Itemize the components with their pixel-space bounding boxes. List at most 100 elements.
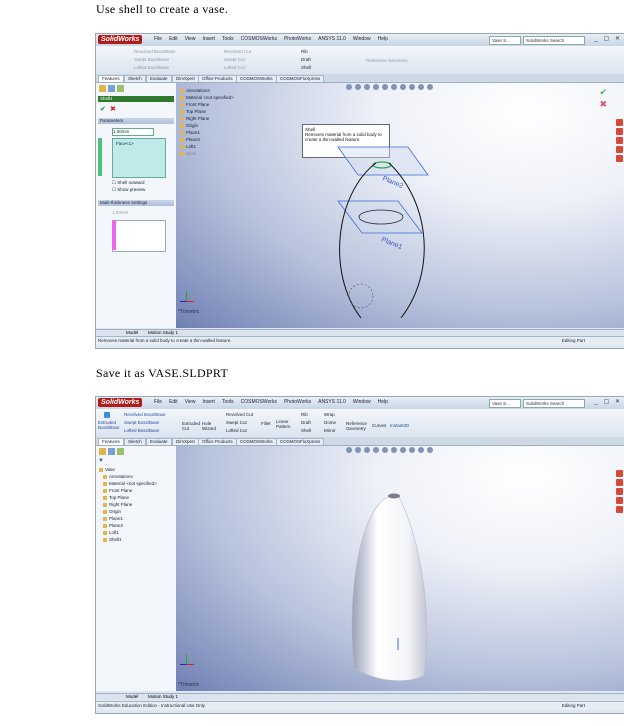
tab-dimxpert[interactable]: DimXpert [172, 438, 199, 445]
ok-icon[interactable]: ✔ [100, 105, 106, 113]
tree-item[interactable]: Material <not specified> [99, 480, 157, 487]
shell-outward-checkbox[interactable]: ☐ Shell outward [112, 180, 145, 186]
curves-button[interactable]: Curves [372, 423, 386, 428]
dome-button[interactable]: Dome [324, 420, 336, 425]
faces-to-remove-box[interactable]: Face<1> [112, 138, 166, 178]
manager-icons[interactable] [99, 448, 124, 455]
extruded-cut-button[interactable]: Extruded Cut [182, 421, 200, 431]
tree-item[interactable]: Annotations [99, 473, 157, 480]
parameters-header[interactable]: Parameters [98, 118, 174, 124]
tree-item[interactable]: Top Plane [99, 494, 157, 501]
graphics-area[interactable]: *Trimetric [176, 446, 624, 691]
menu-cosmosworks[interactable]: COSMOSWorks [241, 399, 277, 405]
tab-sketch[interactable]: Sketch [124, 75, 146, 82]
tree-item[interactable]: Loft1 [99, 529, 157, 536]
menu-window[interactable]: Window [353, 399, 371, 405]
fillet-button[interactable]: Fillet [261, 421, 271, 426]
task-pane-tabs[interactable] [616, 119, 624, 164]
property-manager-icon[interactable] [108, 448, 115, 455]
search-input[interactable]: SolidWorks Search [523, 36, 585, 45]
menu-insert[interactable]: Insert [202, 399, 215, 405]
tab-features[interactable]: Features [98, 75, 124, 82]
revolved-cut-button[interactable]: Revolved Cut [226, 412, 253, 417]
document-search-box[interactable]: Vase S... [489, 399, 521, 408]
face-item[interactable]: Face<1> [116, 141, 134, 146]
tab-office-products[interactable]: Office Products [198, 438, 237, 445]
menu-file[interactable]: File [154, 36, 162, 42]
config-manager-icon[interactable] [117, 448, 124, 455]
menu-insert[interactable]: Insert [202, 36, 215, 42]
tab-evaluate[interactable]: Evaluate [146, 75, 172, 82]
lofted-boss-button[interactable]: Lofted Boss/Base [124, 428, 159, 433]
file-explorer-icon[interactable] [616, 137, 623, 144]
swept-cut-button[interactable]: Swept Cut [226, 420, 247, 425]
menu-tools[interactable]: Tools [222, 36, 234, 42]
tab-cosmosfloxpress[interactable]: COSMOSFloXpress [276, 438, 325, 445]
cancel-icon[interactable]: ✖ [110, 105, 116, 113]
vase-model[interactable]: *Trimetric [176, 446, 624, 691]
hole-wizard-button[interactable]: Hole Wizard [202, 421, 216, 431]
tab-cosmosworks[interactable]: COSMOSWorks [236, 438, 277, 445]
feature-manager-icon[interactable] [99, 448, 106, 455]
property-manager-icon[interactable] [108, 85, 115, 92]
multi-thickness-input[interactable]: 1.00mm [112, 210, 128, 215]
tree-item[interactable]: Origin [99, 508, 157, 515]
solidworks-resources-icon[interactable] [616, 470, 623, 477]
swept-boss-button[interactable]: Swept Boss/Base [134, 57, 169, 62]
shell-button[interactable]: Shell [301, 428, 311, 433]
tab-cosmosfloxpress[interactable]: COSMOSFloXpress [276, 75, 325, 82]
tab-dimxpert[interactable]: DimXpert [172, 75, 199, 82]
multi-thickness-faces-box[interactable] [112, 220, 166, 252]
menu-view[interactable]: View [185, 36, 196, 42]
lofted-boss-button[interactable]: Lofted Boss/Base [134, 65, 169, 70]
appearances-icon[interactable] [616, 506, 623, 513]
design-library-icon[interactable] [616, 479, 623, 486]
filter-icon[interactable]: ▼ [98, 458, 104, 464]
wrap-button[interactable]: Wrap [324, 412, 335, 417]
thickness-input[interactable]: 1.00mm [112, 128, 154, 136]
menu-view[interactable]: View [185, 399, 196, 405]
tree-item[interactable]: Plane2 [99, 522, 157, 529]
rib-button[interactable]: Rib [301, 49, 308, 54]
confirm-corner-ok-icon[interactable]: ✔ [599, 87, 607, 98]
menu-file[interactable]: File [154, 399, 162, 405]
window-controls[interactable]: _ ▢ ✕ [595, 35, 622, 42]
swept-cut-button[interactable]: Swept Cut [224, 57, 245, 62]
revolved-boss-button[interactable]: Revolved Boss/Base [124, 412, 166, 417]
menu-cosmosworks[interactable]: COSMOSWorks [241, 36, 277, 42]
draft-button[interactable]: Draft [301, 420, 311, 425]
appearances-icon[interactable] [616, 155, 623, 162]
mirror-button[interactable]: Mirror [324, 428, 336, 433]
revolved-boss-button[interactable]: Revolved Boss/Base [134, 49, 176, 54]
menu-help[interactable]: Help [378, 399, 388, 405]
config-manager-icon[interactable] [117, 85, 124, 92]
solidworks-resources-icon[interactable] [616, 119, 623, 126]
lofted-cut-button[interactable]: Lofted Cut [226, 428, 247, 433]
shell-button[interactable]: Shell [301, 65, 311, 70]
extruded-boss-button[interactable]: Extruded Boss/Base [98, 420, 122, 430]
tab-model[interactable]: Model [126, 694, 138, 700]
feature-manager-icon[interactable] [99, 85, 106, 92]
linear-pattern-button[interactable]: Linear Pattern [276, 419, 292, 429]
menu-help[interactable]: Help [378, 36, 388, 42]
tree-item[interactable]: Plane1 [99, 515, 157, 522]
search-input[interactable]: SolidWorks Search [523, 399, 585, 408]
reference-geometry-button[interactable]: Reference Geometry [366, 58, 408, 63]
tab-sketch[interactable]: Sketch [124, 438, 146, 445]
menu-photoworks[interactable]: PhotoWorks [284, 36, 311, 42]
tab-evaluate[interactable]: Evaluate [146, 438, 172, 445]
menu-edit[interactable]: Edit [169, 36, 178, 42]
tree-item[interactable]: Shell1 [99, 536, 157, 543]
menu-edit[interactable]: Edit [169, 399, 178, 405]
tab-cosmosworks[interactable]: COSMOSWorks [236, 75, 277, 82]
window-controls[interactable]: _ ▢ ✕ [595, 398, 622, 405]
file-explorer-icon[interactable] [616, 488, 623, 495]
reference-geometry-button[interactable]: Reference Geometry [346, 421, 368, 431]
menu-tools[interactable]: Tools [222, 399, 234, 405]
tab-office-products[interactable]: Office Products [198, 75, 237, 82]
revolved-cut-button[interactable]: Revolved Cut [224, 49, 251, 54]
swept-boss-button[interactable]: Swept Boss/Base [124, 420, 159, 425]
rib-button[interactable]: Rib [301, 412, 308, 417]
tree-item-vase[interactable]: Vase [99, 466, 157, 473]
document-search-box[interactable]: Vase S... [489, 36, 521, 45]
